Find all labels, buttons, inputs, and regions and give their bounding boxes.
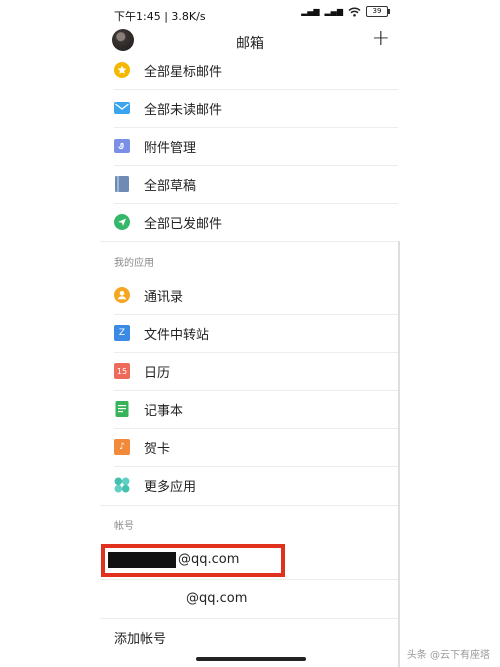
section-label-accounts: 帐号 — [114, 521, 134, 532]
mail-item-sent[interactable]: 全部已发邮件 — [114, 203, 398, 241]
mail-item-attachments[interactable]: 附件管理 — [114, 127, 398, 166]
mail-item-label: 全部草稿 — [144, 178, 197, 194]
add-account-label: 添加帐号 — [114, 631, 167, 647]
folder-icon: Z — [114, 325, 130, 341]
app-item-label: 更多应用 — [144, 479, 197, 495]
highlight-box — [101, 544, 285, 577]
status-icons: ▂▄▆ ▂▄▆ 39 — [301, 6, 390, 17]
draft-icon — [114, 176, 130, 192]
app-item-label: 贺卡 — [144, 441, 171, 457]
app-item-calendar[interactable]: 15 日历 — [114, 352, 398, 391]
calendar-icon: 15 — [114, 363, 130, 379]
more-apps-icon — [114, 477, 130, 493]
mail-item-label: 全部星标邮件 — [144, 64, 223, 80]
app-item-notebook[interactable]: 记事本 — [114, 390, 398, 429]
app-item-more-apps[interactable]: 更多应用 — [114, 466, 398, 504]
mail-item-label: 全部已发邮件 — [144, 216, 223, 232]
mail-item-label: 全部未读邮件 — [144, 102, 223, 118]
send-icon — [114, 214, 130, 230]
mail-item-label: 附件管理 — [144, 140, 197, 156]
status-time: 下午1:45 | 3.8K/s — [114, 10, 206, 23]
mail-item-unread[interactable]: 全部未读邮件 — [114, 89, 398, 128]
account-email-suffix: @qq.com — [186, 591, 248, 606]
star-icon — [114, 62, 130, 78]
wifi-icon — [348, 7, 361, 17]
section-label-apps: 我的应用 — [114, 258, 154, 269]
notebook-icon — [114, 401, 130, 417]
app-item-greeting-card[interactable]: ♪ 贺卡 — [114, 428, 398, 467]
add-account-button[interactable]: 添加帐号 — [114, 618, 398, 656]
app-item-contacts[interactable]: 通讯录 — [114, 276, 398, 315]
app-item-file-transfer[interactable]: Z 文件中转站 — [114, 314, 398, 353]
divider — [100, 241, 400, 242]
add-button[interactable]: + — [372, 26, 390, 52]
battery-icon: 39 — [366, 6, 390, 17]
divider — [100, 505, 400, 506]
mail-item-drafts[interactable]: 全部草稿 — [114, 165, 398, 204]
contacts-icon — [114, 287, 130, 303]
status-bar: 下午1:45 | 3.8K/s ▂▄▆ ▂▄▆ 39 — [100, 0, 400, 28]
mail-item-starred[interactable]: 全部星标邮件 — [114, 51, 398, 90]
greeting-card-icon: ♪ — [114, 439, 130, 455]
signal-icon-2: ▂▄▆ — [324, 7, 343, 16]
app-item-label: 记事本 — [144, 403, 184, 419]
app-item-label: 通讯录 — [144, 289, 184, 305]
screen-edge-line — [398, 241, 400, 667]
envelope-icon — [114, 100, 130, 116]
watermark: 头条 @云下有座塔 — [406, 650, 490, 661]
home-indicator[interactable] — [196, 657, 306, 661]
account-item[interactable]: @qq.com — [100, 580, 400, 618]
attachment-icon — [114, 138, 130, 154]
app-item-label: 文件中转站 — [144, 327, 210, 343]
signal-icon: ▂▄▆ — [301, 7, 320, 16]
page-title: 邮箱 — [236, 36, 264, 52]
app-item-label: 日历 — [144, 365, 171, 381]
